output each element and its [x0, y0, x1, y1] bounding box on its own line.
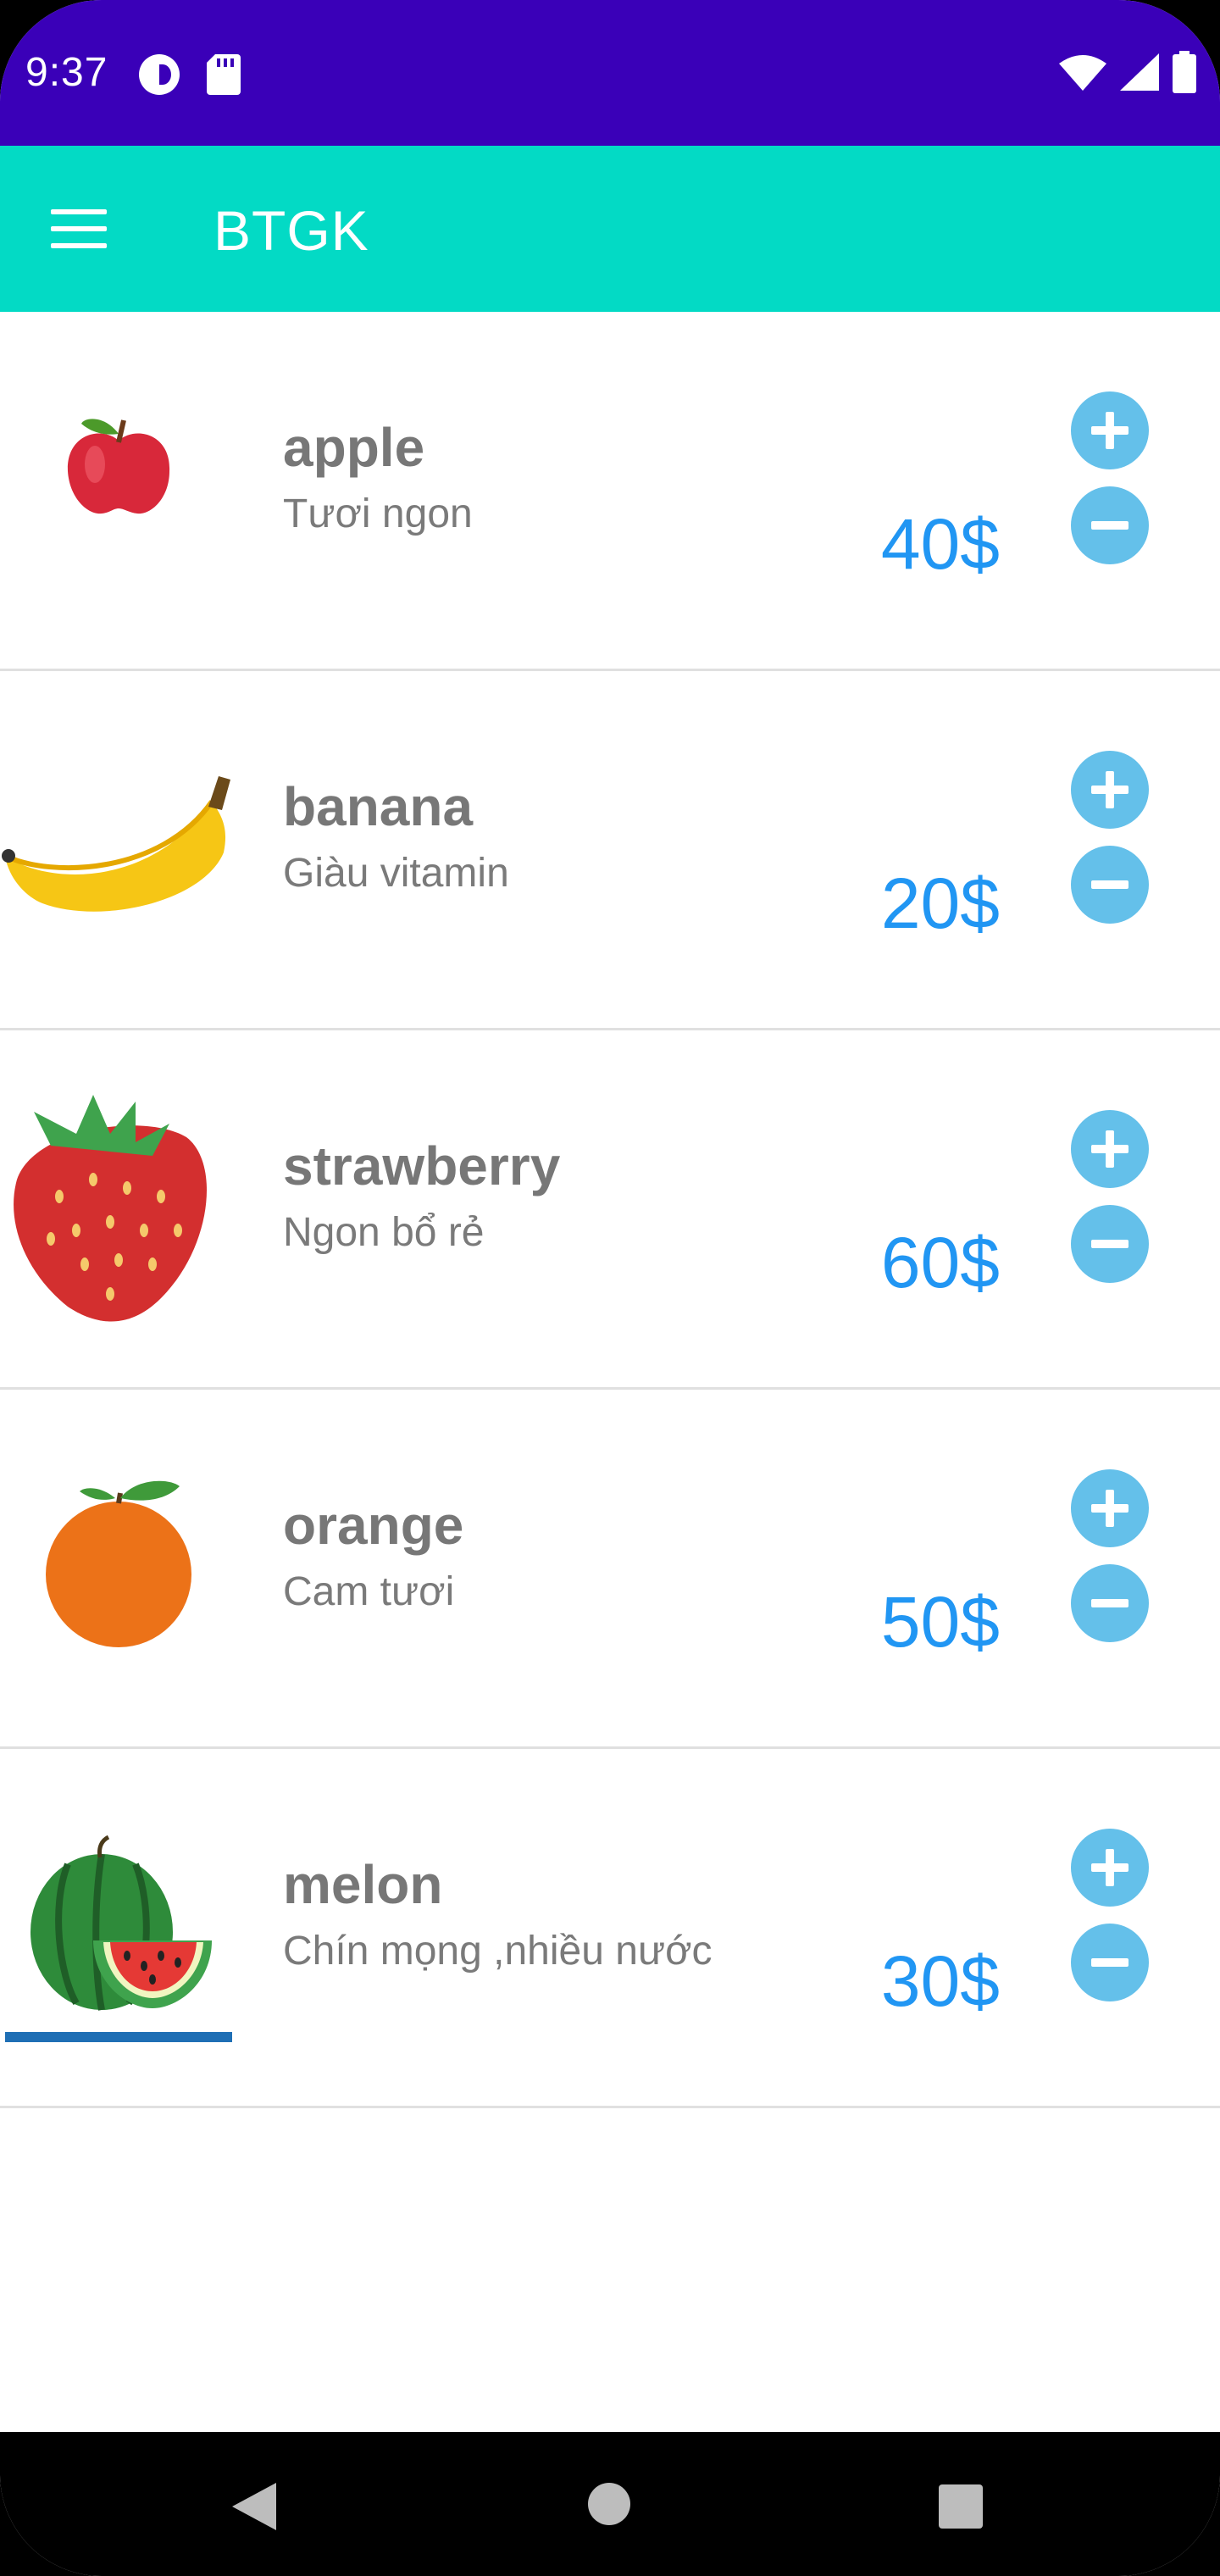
item-name: orange — [283, 1495, 464, 1556]
item-price: 30$ — [880, 1941, 1000, 2021]
status-bar: 9:37 — [0, 0, 1220, 146]
decrease-button[interactable] — [1071, 1205, 1149, 1283]
decrease-button[interactable] — [1071, 1924, 1149, 2001]
item-name: strawberry — [283, 1135, 561, 1196]
strawberry-image — [0, 1078, 237, 1322]
product-list: apple Tươi ngon 40$ banana Giàu vitamin … — [0, 312, 1220, 2108]
increase-button[interactable] — [1071, 1469, 1149, 1547]
watermelon-image — [0, 1813, 237, 2051]
app-bar: BTGK — [0, 146, 1220, 312]
item-price: 40$ — [880, 504, 1000, 584]
item-price: 50$ — [880, 1582, 1000, 1662]
increase-button[interactable] — [1071, 391, 1149, 469]
item-name: banana — [283, 776, 474, 837]
list-item[interactable]: banana Giàu vitamin 20$ — [0, 671, 1220, 1030]
list-item[interactable]: strawberry Ngon bổ rẻ 60$ — [0, 1030, 1220, 1390]
decrease-button[interactable] — [1071, 486, 1149, 564]
orange-image — [0, 1461, 237, 1698]
list-item[interactable]: melon Chín mọng ,nhiều nước 30$ — [0, 1749, 1220, 2108]
list-item[interactable]: orange Cam tươi 50$ — [0, 1390, 1220, 1749]
app-title: BTGK — [214, 199, 369, 262]
phone-screen: 9:37 BTGK apple Tươi ngon 40$ banana Già… — [0, 0, 1220, 2576]
status-time: 9:37 — [25, 50, 108, 95]
cellular-signal-icon — [1120, 53, 1159, 95]
decrease-button[interactable] — [1071, 1564, 1149, 1642]
increase-button[interactable] — [1071, 1829, 1149, 1907]
sd-card-icon — [207, 54, 241, 99]
apple-image — [0, 397, 237, 634]
item-price: 60$ — [880, 1223, 1000, 1302]
battery-icon — [1173, 51, 1196, 97]
item-description: Cam tươi — [283, 1569, 455, 1614]
item-name: apple — [283, 417, 425, 478]
list-item[interactable]: apple Tươi ngon 40$ — [0, 312, 1220, 671]
status-left-icons — [137, 53, 241, 101]
wifi-icon — [1059, 53, 1106, 95]
increase-button[interactable] — [1071, 1110, 1149, 1188]
increase-button[interactable] — [1071, 751, 1149, 829]
item-name: melon — [283, 1854, 443, 1915]
navigation-bar — [0, 2432, 1220, 2576]
item-price: 20$ — [880, 863, 1000, 943]
banana-image — [0, 751, 237, 988]
hamburger-menu-icon[interactable] — [51, 197, 115, 261]
item-description: Chín mọng ,nhiều nước — [283, 1929, 713, 1974]
status-right-icons — [1059, 51, 1196, 97]
decrease-button[interactable] — [1071, 846, 1149, 924]
back-triangle-icon[interactable] — [232, 2483, 276, 2534]
item-description: Tươi ngon — [283, 491, 473, 536]
recents-square-icon[interactable] — [939, 2484, 983, 2529]
item-description: Giàu vitamin — [283, 851, 509, 896]
sync-icon — [137, 53, 181, 101]
item-description: Ngon bổ rẻ — [283, 1210, 485, 1255]
home-circle-icon[interactable] — [588, 2483, 630, 2525]
